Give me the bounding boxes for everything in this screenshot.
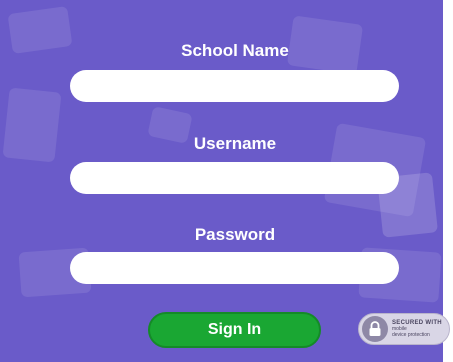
security-badge: SECURED WITH mobile device protection [358, 313, 450, 345]
school-name-label: School Name [181, 41, 289, 60]
username-input[interactable] [70, 162, 399, 194]
password-input[interactable] [70, 252, 399, 284]
school-name-input[interactable] [70, 70, 399, 102]
username-label: Username [193, 134, 277, 153]
lock-icon [362, 316, 388, 342]
security-badge-text: SECURED WITH mobile device protection [392, 320, 442, 338]
login-panel: School Name Username Password [0, 0, 443, 362]
sign-in-button[interactable]: Sign In [148, 312, 321, 348]
password-label: Password [194, 225, 276, 244]
badge-line-3: device protection [392, 332, 430, 338]
